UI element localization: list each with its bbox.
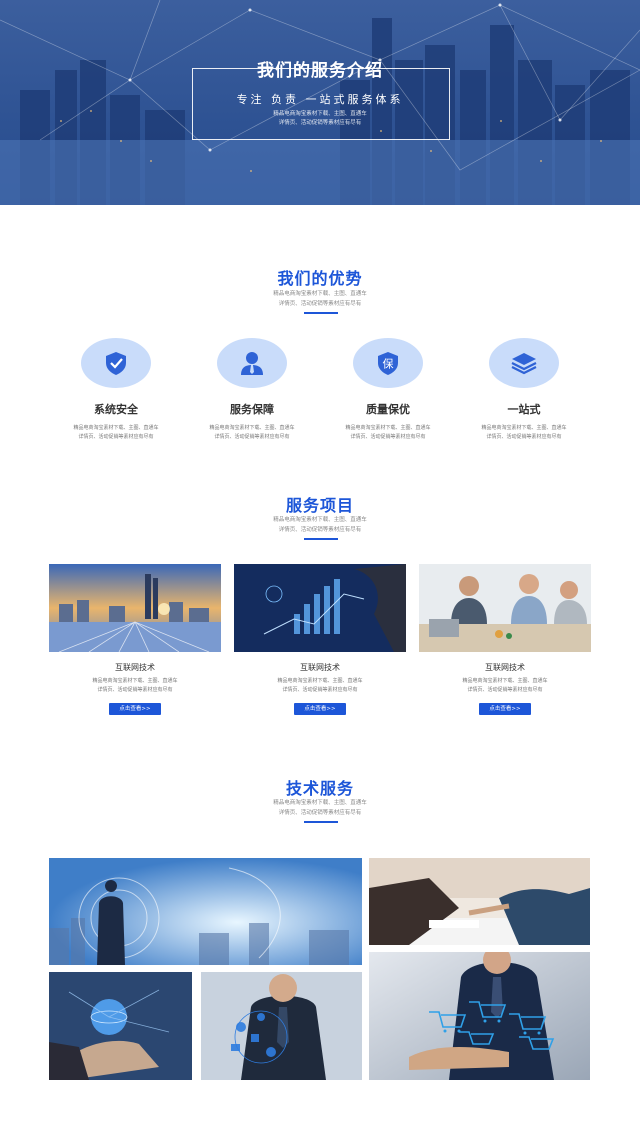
shield-check-icon (106, 352, 126, 375)
project-image-city (49, 564, 221, 652)
advantage-name: 质量保优 (366, 403, 410, 416)
advantages-desc-line2: 详情页、活动促销等素材应有尽有 (278, 301, 362, 307)
advantages-underline (304, 312, 338, 314)
project-desc-line2: 详情页、活动促销等素材应有尽有 (282, 687, 358, 693)
project-desc-line1: 精品电商淘宝素材下载、主图、直通车 (277, 678, 363, 684)
project-card: 互联网技术 精品电商淘宝素材下载、主图、直通车 详情页、活动促销等素材应有尽有 … (234, 564, 406, 715)
project-description: 精品电商淘宝素材下载、主图、直通车 详情页、活动促销等素材应有尽有 (49, 677, 221, 695)
advantage-item-onestop: 一站式 精品电商淘宝素材下载、主图、直通车 详情页、活动促销等素材应有尽有 (469, 338, 579, 442)
advantage-name: 一站式 (507, 403, 541, 416)
hero-desc-line1: 精品电商淘宝素材下载、主图、直通车 (273, 111, 367, 117)
globe-hands-image (49, 972, 192, 1080)
shopping-carts-image (369, 952, 590, 1080)
view-more-button[interactable]: 点击查看>> (109, 703, 161, 715)
advantage-desc-line2: 详情页、活动促销等素材应有尽有 (350, 434, 426, 440)
city-sunset-image (49, 564, 221, 652)
person-tie-icon (241, 352, 263, 375)
advantage-icon-circle (489, 338, 559, 388)
advantage-desc-line2: 详情页、活动促销等素材应有尽有 (486, 434, 562, 440)
project-desc-line2: 详情页、活动促销等素材应有尽有 (97, 687, 173, 693)
view-more-button[interactable]: 点击查看>> (479, 703, 531, 715)
hero-description: 精品电商淘宝素材下载、主图、直通车 详情页、活动促销等素材应有尽有 (0, 110, 640, 128)
advantage-item-quality: 保 质量保优 精品电商淘宝素材下载、主图、直通车 详情页、活动促销等素材应有尽有 (333, 338, 443, 442)
tech-chart-image (234, 564, 406, 652)
advantage-desc-line1: 精品电商淘宝素材下载、主图、直通车 (209, 425, 295, 431)
project-description: 精品电商淘宝素材下载、主图、直通车 详情页、活动促销等素材应有尽有 (234, 677, 406, 695)
hero-title: 我们的服务介绍 (0, 56, 640, 81)
view-more-button[interactable]: 点击查看>> (294, 703, 346, 715)
project-image-team (419, 564, 591, 652)
advantage-desc-line2: 详情页、活动促销等素材应有尽有 (214, 434, 290, 440)
advantage-name: 服务保障 (230, 403, 274, 416)
advantage-item-security: 系统安全 精品电商淘宝素材下载、主图、直通车 详情页、活动促销等素材应有尽有 (61, 338, 171, 442)
businessman-city-image (49, 858, 362, 965)
advantage-desc-line2: 详情页、活动促销等素材应有尽有 (78, 434, 154, 440)
advantage-desc-line1: 精品电商淘宝素材下载、主图、直通车 (481, 425, 567, 431)
projects-desc-line2: 详情页、活动促销等素材应有尽有 (278, 527, 362, 533)
projects-description: 精品电商淘宝素材下载、主图、直通车 详情页、活动促销等素材应有尽有 (0, 515, 640, 535)
tech-tile-shopping-carts (369, 952, 590, 1080)
advantage-icon-circle: 保 (353, 338, 423, 388)
project-image-tech (234, 564, 406, 652)
advantage-icon-circle (217, 338, 287, 388)
tech-description: 精品电商淘宝素材下载、主图、直通车 详情页、活动促销等素材应有尽有 (0, 798, 640, 818)
tech-desc-line2: 详情页、活动促销等素材应有尽有 (278, 810, 362, 816)
project-name: 互联网技术 (300, 663, 340, 672)
hero-banner: 我们的服务介绍 专注 负责 一站式服务体系 精品电商淘宝素材下载、主图、直通车 … (0, 0, 640, 205)
project-desc-line1: 精品电商淘宝素材下载、主图、直通车 (462, 678, 548, 684)
tech-desc-line1: 精品电商淘宝素材下载、主图、直通车 (273, 800, 367, 806)
tech-tile-businessman-city (49, 858, 362, 965)
advantage-desc-line1: 精品电商淘宝素材下载、主图、直通车 (73, 425, 159, 431)
advantages-description: 精品电商淘宝素材下载、主图、直通车 详情页、活动促销等素材应有尽有 (0, 289, 640, 309)
meeting-hands-image (369, 858, 590, 945)
tech-tile-meeting (369, 858, 590, 945)
projects-underline (304, 538, 338, 540)
tech-underline (304, 821, 338, 823)
bao-badge-text: 保 (383, 357, 394, 371)
advantage-description: 精品电商淘宝素材下载、主图、直通车 详情页、活动促销等素材应有尽有 (197, 424, 307, 442)
project-name: 互联网技术 (485, 663, 525, 672)
advantages-title: 我们的优势 (277, 269, 363, 288)
advantage-item-service: 服务保障 精品电商淘宝素材下载、主图、直通车 详情页、活动促销等素材应有尽有 (197, 338, 307, 442)
advantage-description: 精品电商淘宝素材下载、主图、直通车 详情页、活动促销等素材应有尽有 (469, 424, 579, 442)
tech-title: 技术服务 (285, 779, 354, 798)
businessman-icons-image (201, 972, 362, 1080)
advantages-desc-line1: 精品电商淘宝素材下载、主图、直通车 (273, 291, 367, 297)
bao-shield-icon: 保 (378, 352, 398, 375)
hero-subtitle: 专注 负责 一站式服务体系 (236, 93, 404, 106)
tech-tile-global-hands (49, 972, 192, 1080)
projects-title: 服务项目 (285, 496, 354, 515)
hero-desc-line2: 详情页、活动促销等素材应有尽有 (278, 120, 362, 126)
project-description: 精品电商淘宝素材下载、主图、直通车 详情页、活动促销等素材应有尽有 (419, 677, 591, 695)
projects-desc-line1: 精品电商淘宝素材下载、主图、直通车 (273, 517, 367, 523)
project-card: 互联网技术 精品电商淘宝素材下载、主图、直通车 详情页、活动促销等素材应有尽有 … (419, 564, 591, 715)
project-name: 互联网技术 (115, 663, 155, 672)
project-desc-line2: 详情页、活动促销等素材应有尽有 (467, 687, 543, 693)
hero-title-text: 我们的服务介绍 (257, 61, 383, 81)
project-card: 互联网技术 精品电商淘宝素材下载、主图、直通车 详情页、活动促销等素材应有尽有 … (49, 564, 221, 715)
advantage-description: 精品电商淘宝素材下载、主图、直通车 详情页、活动促销等素材应有尽有 (61, 424, 171, 442)
team-handshake-image (419, 564, 591, 652)
layers-icon (511, 353, 537, 375)
advantage-description: 精品电商淘宝素材下载、主图、直通车 详情页、活动促销等素材应有尽有 (333, 424, 443, 442)
advantage-icon-circle (81, 338, 151, 388)
advantage-name: 系统安全 (94, 403, 138, 416)
tech-tile-businessman-icons (201, 972, 362, 1080)
project-desc-line1: 精品电商淘宝素材下载、主图、直通车 (92, 678, 178, 684)
advantage-desc-line1: 精品电商淘宝素材下载、主图、直通车 (345, 425, 431, 431)
